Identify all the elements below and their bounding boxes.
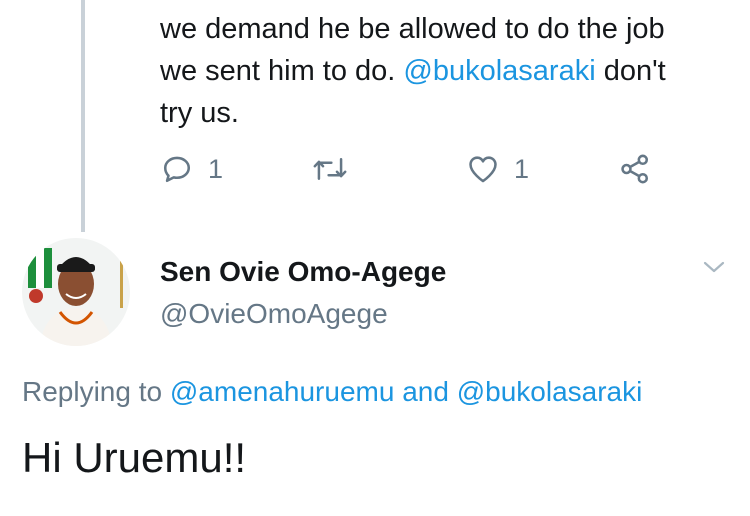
previous-tweet-text: we demand he be allowed to do the job we … xyxy=(160,8,735,134)
tweet-options-button[interactable] xyxy=(700,256,728,283)
reply-mention-bukolasaraki[interactable]: @bukolasaraki xyxy=(457,376,643,407)
replying-to-line: Replying to @amenahuruemu and @bukolasar… xyxy=(22,376,642,408)
tweet-text: Hi Uruemu!! xyxy=(22,434,247,481)
share-button[interactable] xyxy=(618,152,652,186)
retweet-icon xyxy=(312,152,348,186)
retweet-button[interactable] xyxy=(312,152,348,186)
like-count: 1 xyxy=(514,153,530,184)
previous-tweet-line1: we demand he be allowed to do the job xyxy=(160,13,665,45)
tweet-actions-bar: 1 1 xyxy=(160,152,680,192)
reply-and-text: and xyxy=(394,376,457,407)
replying-to-label: Replying to xyxy=(22,376,170,407)
chevron-down-icon xyxy=(700,261,728,282)
previous-tweet-line2-end: don't xyxy=(595,55,666,87)
like-button[interactable]: 1 xyxy=(466,152,529,186)
mention-link[interactable]: @bukolasaraki xyxy=(403,55,595,87)
reply-mention-amenahuruemu[interactable]: @amenahuruemu xyxy=(170,376,395,407)
previous-tweet-line2-start: we sent him to do. xyxy=(160,55,404,87)
reply-icon xyxy=(160,152,194,186)
author-name[interactable]: Sen Ovie Omo-Agege xyxy=(160,256,446,288)
reply-count: 1 xyxy=(208,153,224,184)
share-icon xyxy=(618,152,652,186)
previous-tweet-line3: try us. xyxy=(160,97,239,129)
avatar[interactable] xyxy=(22,238,130,346)
like-icon xyxy=(466,152,500,186)
thread-connector-line xyxy=(81,0,85,232)
author-handle[interactable]: @OvieOmoAgege xyxy=(160,298,388,330)
reply-button[interactable]: 1 xyxy=(160,152,223,186)
